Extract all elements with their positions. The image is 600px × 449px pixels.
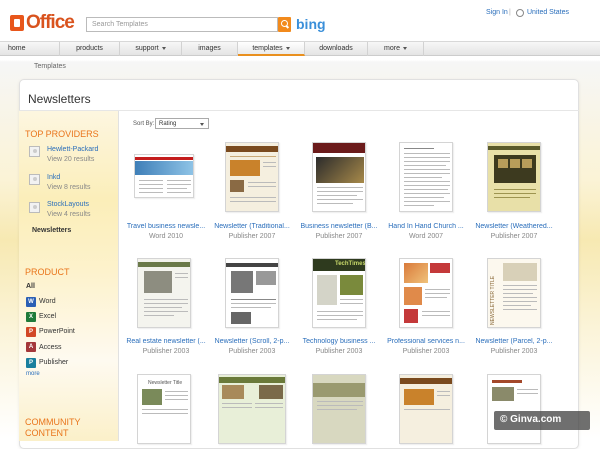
nav-home-label: home: [8, 45, 26, 52]
template-thumbnail[interactable]: [137, 258, 191, 328]
template-name[interactable]: Professional services n...: [384, 338, 468, 345]
product-access[interactable]: Access: [39, 344, 62, 351]
community-heading: COMMUNITY: [25, 417, 81, 427]
product-excel[interactable]: Excel: [39, 313, 56, 320]
product-all[interactable]: All: [26, 283, 35, 290]
thumbnail-title: Newsletter Title: [148, 380, 183, 386]
sign-in-link[interactable]: Sign In: [486, 9, 508, 16]
template-thumbnail[interactable]: [225, 258, 279, 328]
template-name[interactable]: Newsletter (Parcel, 2-p...: [472, 338, 556, 345]
nav-home[interactable]: home: [0, 42, 60, 56]
nav-products[interactable]: products: [60, 42, 120, 56]
product-powerpoint[interactable]: PowerPoint: [39, 328, 75, 335]
nav-images-label: images: [198, 45, 221, 52]
breadcrumb[interactable]: Templates: [34, 63, 66, 70]
template-thumbnail[interactable]: [487, 142, 541, 212]
template-thumbnail[interactable]: [225, 142, 279, 212]
search-icon[interactable]: [278, 17, 291, 32]
globe-icon: [516, 9, 524, 17]
template-product: Publisher 2007: [315, 233, 363, 240]
nav-downloads[interactable]: downloads: [305, 42, 368, 56]
main-nav: home products support images templates d…: [0, 41, 600, 56]
watermark: © Ginva.com: [494, 411, 590, 430]
template-product: Publisher 2003: [402, 348, 450, 355]
chevron-down-icon: [402, 46, 407, 50]
bing-logo[interactable]: bing: [296, 16, 326, 32]
office-logo-text: Office: [26, 12, 75, 33]
provider-count: View 8 results: [47, 184, 91, 191]
nav-templates-label: templates: [252, 45, 283, 52]
more-products-link[interactable]: more: [26, 371, 40, 377]
template-product: Word 2007: [408, 233, 444, 240]
template-name[interactable]: Real estate newsletter (...: [124, 338, 208, 345]
nav-templates[interactable]: templates: [238, 42, 305, 56]
template-product: Publisher 2003: [315, 348, 363, 355]
template-name[interactable]: Technology business ...: [297, 338, 381, 345]
template-product: Publisher 2007: [228, 233, 276, 240]
search-input[interactable]: Search Templates: [86, 17, 278, 32]
chevron-down-icon: [161, 46, 166, 50]
provider-hewlett-packard[interactable]: Hewlett-Packard: [47, 146, 98, 153]
nav-more-label: more: [384, 45, 400, 52]
office-logo-icon: [10, 15, 24, 31]
template-product: Publisher 2003: [490, 348, 538, 355]
template-thumbnail[interactable]: [312, 142, 366, 212]
country-link[interactable]: United States: [527, 9, 569, 16]
template-name[interactable]: Newsletter (Scroll, 2-p...: [210, 338, 294, 345]
provider-count: View 20 results: [47, 156, 95, 163]
template-product: Publisher 2003: [142, 348, 190, 355]
template-product: Publisher 2003: [228, 348, 276, 355]
template-thumbnail[interactable]: [218, 374, 286, 444]
top-header: Office Search Templates bing Sign In | U…: [0, 0, 600, 40]
template-name[interactable]: Newsletter (Weathered...: [472, 223, 556, 230]
template-product: Word 2010: [148, 233, 184, 240]
provider-logo-icon: [29, 146, 40, 157]
template-name[interactable]: Travel business newsle...: [124, 223, 208, 230]
template-thumbnail[interactable]: [487, 374, 541, 444]
template-thumbnail[interactable]: [134, 154, 194, 198]
current-category: Newsletters: [32, 227, 72, 234]
page-title: Newsletters: [28, 92, 91, 106]
template-name[interactable]: Hand In Hand Church ...: [384, 223, 468, 230]
template-name[interactable]: Newsletter (Traditional...: [210, 223, 294, 230]
sort-label: Sort By:: [133, 121, 155, 127]
provider-logo-icon: [29, 202, 40, 213]
template-thumbnail[interactable]: [399, 258, 453, 328]
nav-products-label: products: [76, 45, 103, 52]
template-thumbnail[interactable]: TechTimes: [312, 258, 366, 328]
product-heading: PRODUCT: [25, 267, 70, 277]
office-logo[interactable]: Office: [10, 12, 75, 34]
chevron-down-icon: [285, 46, 290, 50]
nav-downloads-label: downloads: [319, 45, 353, 52]
sort-dropdown[interactable]: Rating: [155, 118, 209, 129]
nav-images[interactable]: images: [182, 42, 238, 56]
excel-icon: X: [26, 312, 36, 322]
template-thumbnail[interactable]: NEWSLETTER TITLE: [487, 258, 541, 328]
template-thumbnail[interactable]: [399, 374, 453, 444]
template-thumbnail[interactable]: Newsletter Title: [137, 374, 191, 444]
provider-logo-icon: [29, 174, 40, 185]
nav-support-label: support: [135, 45, 159, 52]
publisher-icon: P: [26, 358, 36, 368]
sidebar-divider: [118, 111, 119, 441]
provider-count: View 4 results: [47, 211, 91, 218]
access-icon: A: [26, 342, 36, 352]
nav-more[interactable]: more: [368, 42, 424, 56]
thumbnail-title: NEWSLETTER TITLE: [490, 275, 496, 325]
community-heading-line2: CONTENT: [25, 428, 69, 438]
template-product: Publisher 2007: [490, 233, 538, 240]
provider-inkd[interactable]: Inkd: [47, 174, 60, 181]
powerpoint-icon: P: [26, 327, 36, 337]
product-publisher[interactable]: Publisher: [39, 359, 68, 366]
thumbnail-title: TechTimes: [335, 261, 366, 267]
product-word[interactable]: Word: [39, 298, 56, 305]
word-icon: W: [26, 297, 36, 307]
header-separator: |: [509, 9, 511, 16]
top-providers-heading: TOP PROVIDERS: [25, 129, 99, 139]
template-thumbnail[interactable]: [399, 142, 453, 212]
provider-stocklayouts[interactable]: StockLayouts: [47, 201, 89, 208]
nav-support[interactable]: support: [120, 42, 182, 56]
template-name[interactable]: Business newsletter (B...: [297, 223, 381, 230]
template-thumbnail[interactable]: [312, 374, 366, 444]
